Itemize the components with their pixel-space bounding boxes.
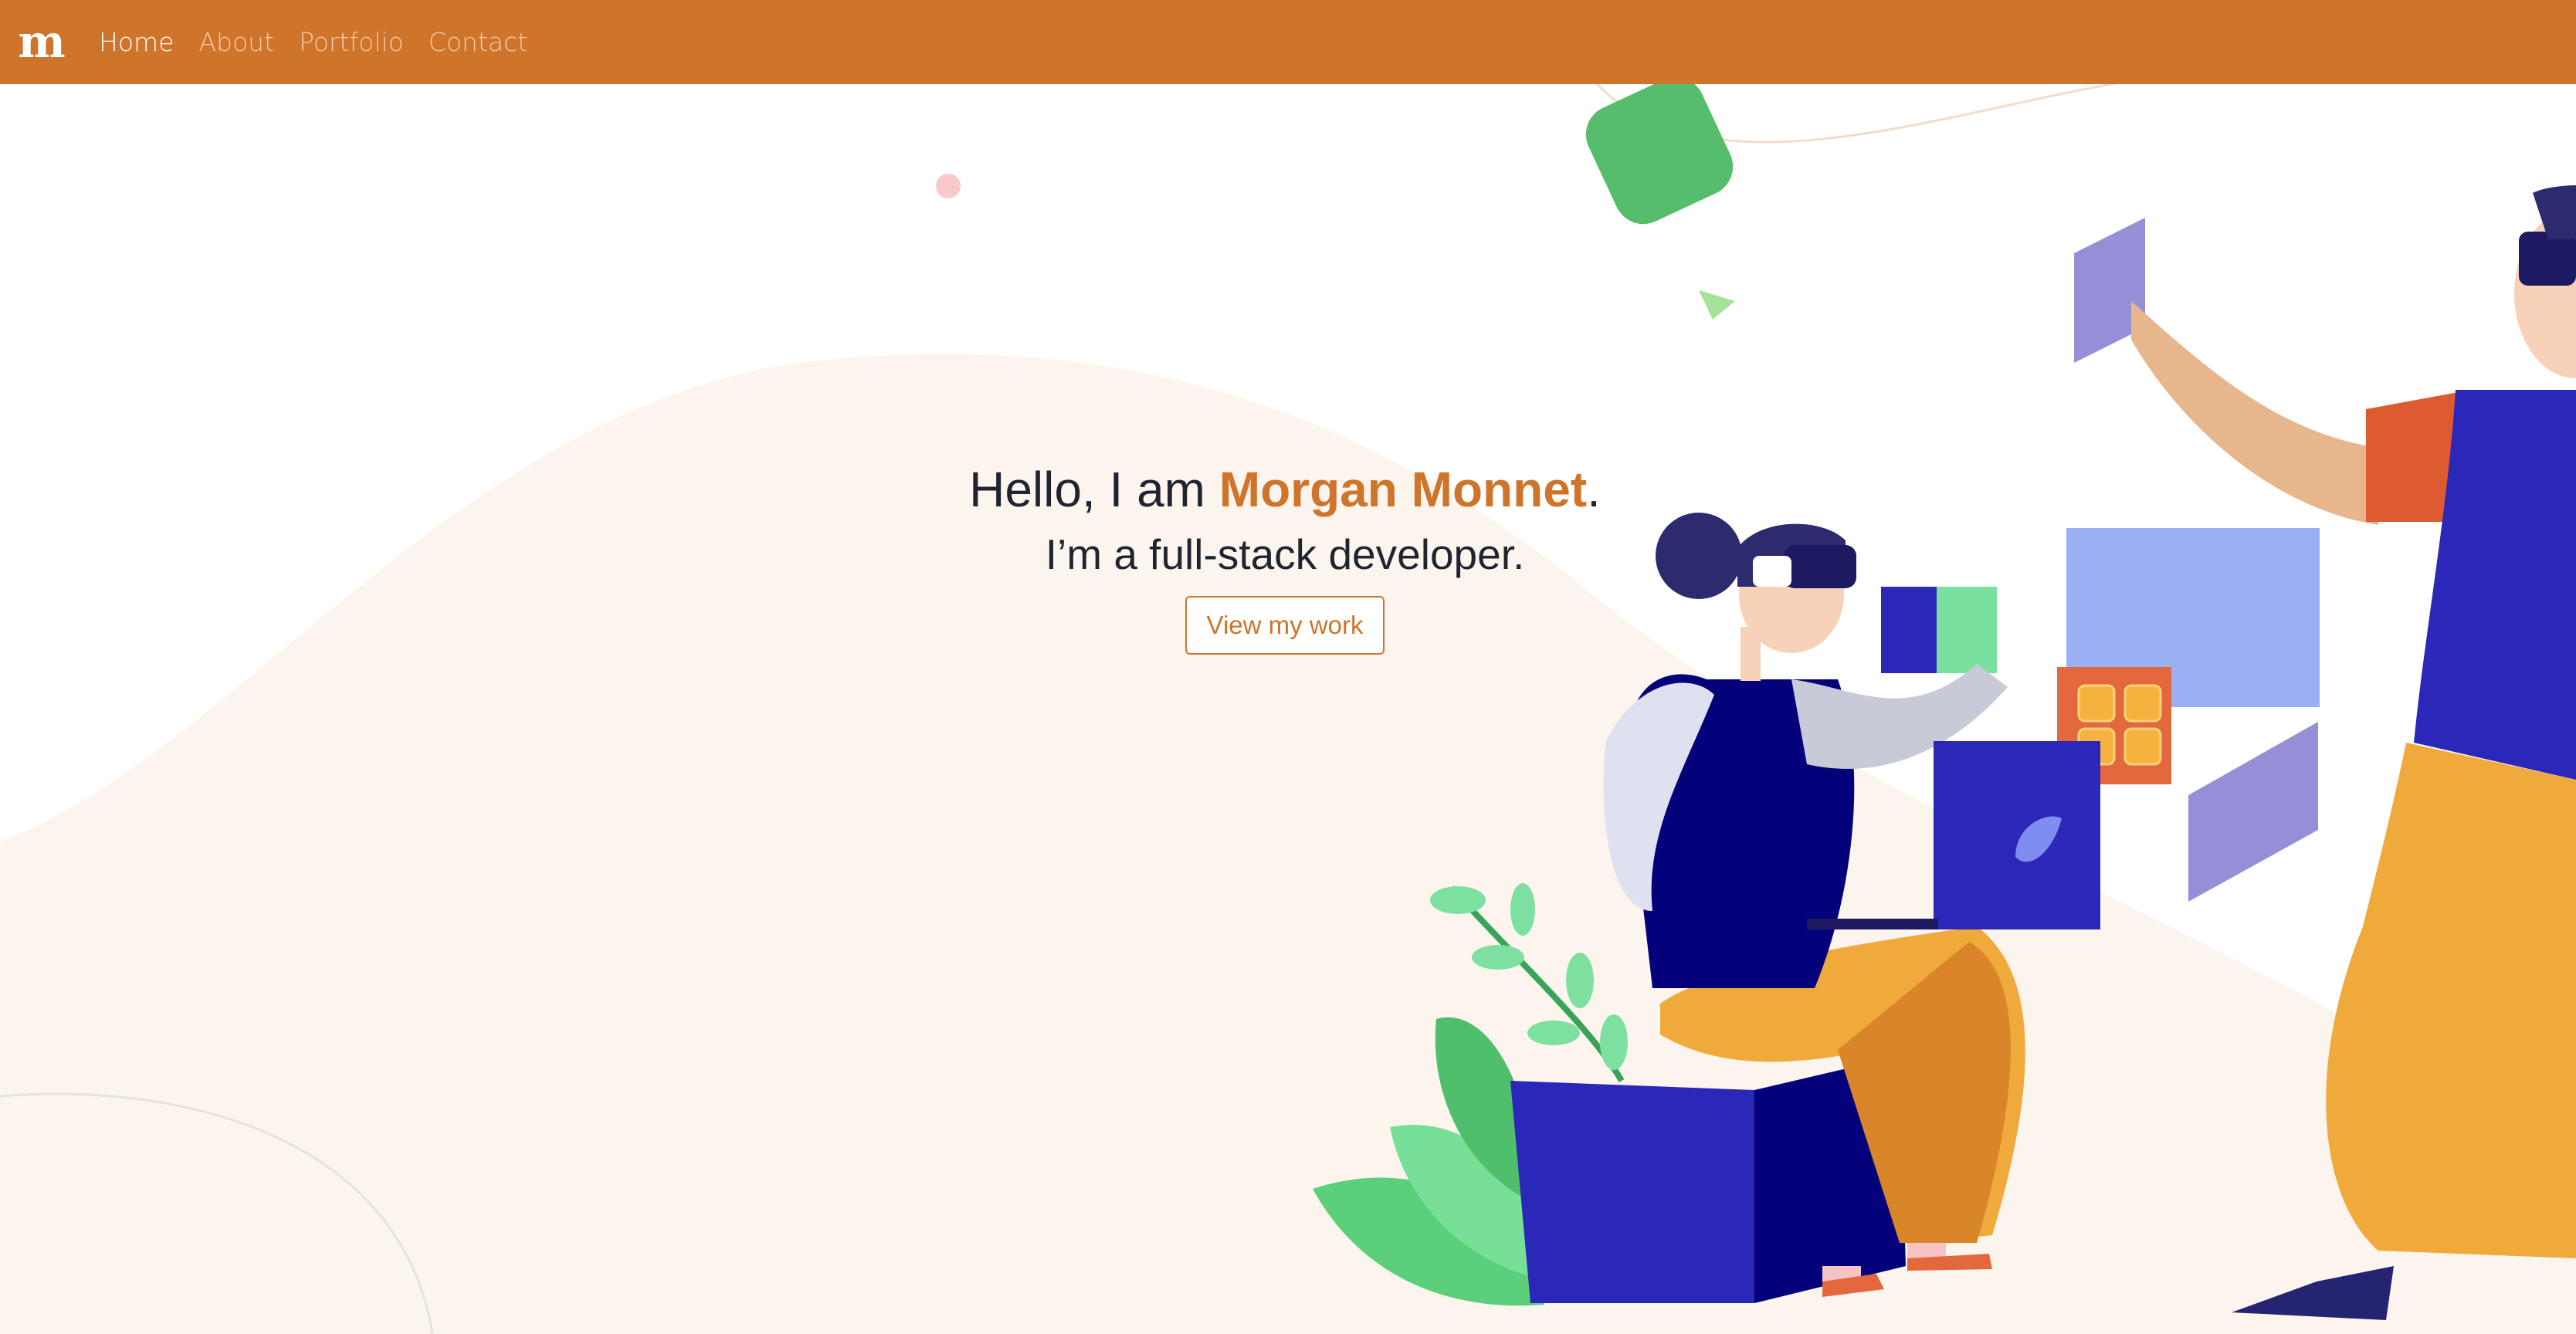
nav-link-home[interactable]: Home bbox=[99, 27, 174, 57]
nav-link-contact[interactable]: Contact bbox=[429, 27, 527, 57]
nav-links: Home About Portfolio Contact bbox=[99, 0, 527, 84]
hero-subtitle: I’m a full-stack developer. bbox=[1045, 530, 1525, 578]
view-my-work-button[interactable]: View my work bbox=[1185, 596, 1385, 655]
green-triangle bbox=[1699, 290, 1735, 320]
hero-section: Hello, I am Morgan Monnet. I’m a full-st… bbox=[819, 457, 1751, 655]
nav-link-portfolio[interactable]: Portfolio bbox=[299, 27, 404, 57]
cube-blue bbox=[1881, 587, 1937, 673]
box-seat-front bbox=[1510, 1081, 1754, 1303]
green-rounded-square bbox=[1585, 76, 1734, 225]
cube-green bbox=[1937, 587, 1997, 673]
greeting-prefix: Hello, I am bbox=[969, 462, 1219, 517]
hero-illustration bbox=[0, 76, 2576, 1334]
developer-name: Morgan Monnet bbox=[1219, 462, 1588, 517]
top-navbar: m Home About Portfolio Contact bbox=[0, 0, 2576, 84]
nav-link-about[interactable]: About bbox=[198, 27, 274, 57]
greeting-suffix: . bbox=[1587, 462, 1601, 517]
pink-dot bbox=[936, 174, 961, 198]
logo-icon[interactable]: m bbox=[18, 19, 65, 64]
hero-greeting: Hello, I am Morgan Monnet. bbox=[819, 457, 1751, 522]
panel-purple-right bbox=[2188, 722, 2318, 902]
